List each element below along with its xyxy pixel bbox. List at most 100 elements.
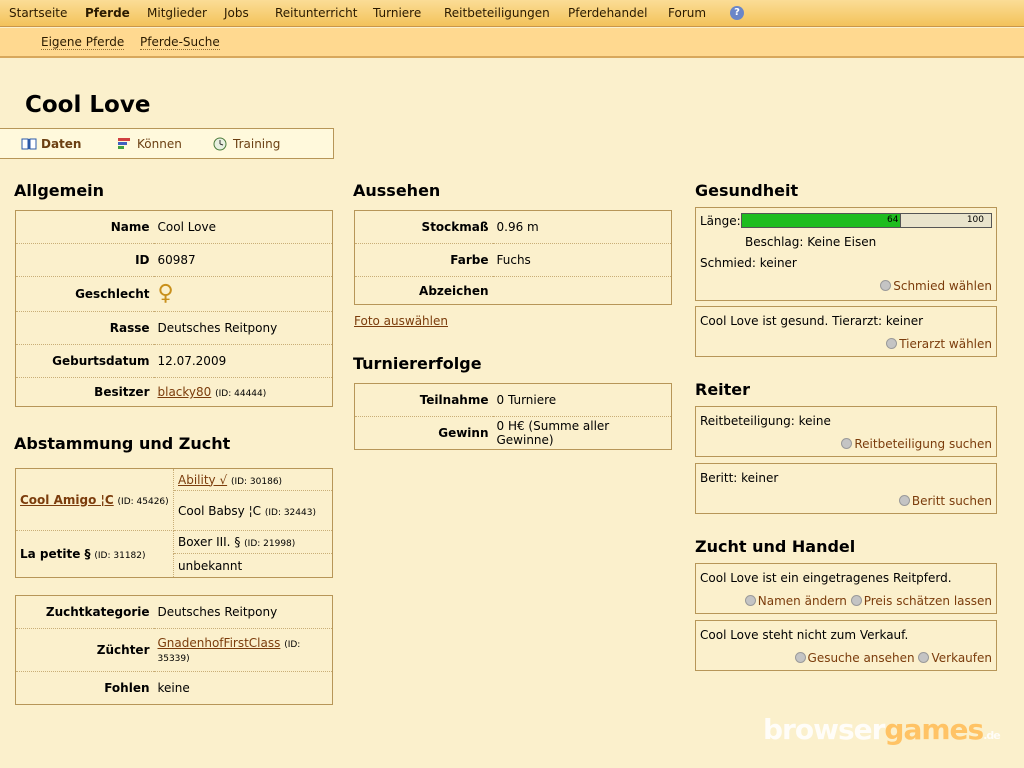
tab-training-label: Training bbox=[233, 137, 281, 151]
aussehen-heading: Aussehen bbox=[353, 181, 441, 200]
clock-icon bbox=[213, 137, 227, 151]
gear-icon bbox=[918, 652, 930, 663]
nav-mitglieder[interactable]: Mitglieder bbox=[147, 6, 207, 20]
foto-auswaehlen-link[interactable]: Foto auswählen bbox=[354, 314, 448, 328]
owner-id: (ID: 44444) bbox=[215, 389, 267, 399]
nav-pferde[interactable]: Pferde bbox=[85, 6, 130, 20]
tierarzt-waehlen-label: Tierarzt wählen bbox=[899, 337, 992, 351]
schmied-waehlen-button[interactable]: Schmied wählen bbox=[880, 279, 992, 293]
owner-link[interactable]: blacky80 bbox=[158, 385, 212, 399]
dam-name: La petite § bbox=[20, 547, 91, 561]
watermark-a: browser bbox=[763, 713, 885, 746]
gear-icon bbox=[898, 495, 910, 506]
owner-label: Besitzer bbox=[15, 377, 154, 407]
pedigree-table: Cool Amigo ¦C (ID: 45426) Ability √ (ID:… bbox=[15, 468, 333, 578]
tab-koennen[interactable]: Können bbox=[117, 137, 182, 151]
laenge-max: 100 bbox=[966, 215, 984, 225]
gear-icon bbox=[744, 595, 756, 606]
laenge-label: Länge: bbox=[700, 214, 741, 228]
id-label: ID bbox=[15, 243, 154, 277]
schmied-text: Schmied: keiner bbox=[700, 256, 797, 270]
name-value: Cool Love bbox=[157, 220, 217, 234]
gear-icon bbox=[794, 652, 806, 663]
gewinn-value: 0 H€ (Summe aller Gewinne) bbox=[492, 416, 672, 450]
reitbeteiligung-box: Reitbeteiligung: keine Reitbeteiligung s… bbox=[695, 406, 997, 457]
dam-id: (ID: 31182) bbox=[94, 551, 146, 561]
book-icon bbox=[21, 138, 37, 150]
nav-reitbeteiligungen[interactable]: Reitbeteiligungen bbox=[444, 6, 550, 20]
reitbeteiligung-suchen-button[interactable]: Reitbeteiligung suchen bbox=[841, 437, 992, 451]
dam-sire-id: (ID: 21998) bbox=[244, 539, 296, 549]
gear-icon bbox=[850, 595, 862, 606]
breed-value: Deutsches Reitpony bbox=[153, 311, 333, 345]
beritt-suchen-label: Beritt suchen bbox=[911, 494, 992, 508]
nav-pferdehandel[interactable]: Pferdehandel bbox=[568, 6, 647, 20]
nav-startseite[interactable]: Startseite bbox=[9, 6, 67, 20]
allgemein-heading: Allgemein bbox=[14, 181, 105, 200]
nav-reitunterricht[interactable]: Reitunterricht bbox=[275, 6, 357, 20]
watermark-b: games bbox=[884, 713, 984, 746]
subnav-eigene-pferde[interactable]: Eigene Pferde bbox=[41, 35, 125, 50]
gesuche-ansehen-button[interactable]: Gesuche ansehen bbox=[794, 651, 915, 665]
nav-jobs[interactable]: Jobs bbox=[224, 6, 249, 20]
stockmass-label: Stockmaß bbox=[421, 220, 489, 234]
sire-link[interactable]: Cool Amigo ¦C bbox=[20, 493, 114, 507]
sire-dam-name: Cool Babsy ¦C bbox=[178, 503, 262, 518]
help-icon[interactable]: ? bbox=[730, 6, 744, 20]
verkaufen-button[interactable]: Verkaufen bbox=[918, 651, 992, 665]
subnav-pferde-suche[interactable]: Pferde-Suche bbox=[140, 35, 220, 50]
nav-forum[interactable]: Forum bbox=[668, 6, 706, 20]
breeder-link[interactable]: GnadenhofFirstClass bbox=[158, 636, 281, 650]
allgemein-table: Name Cool Love ID 60987 Geschlecht ♀ Rasse D… bbox=[15, 210, 333, 407]
name-label: Name bbox=[110, 220, 150, 234]
gesuche-ansehen-label: Gesuche ansehen bbox=[807, 651, 915, 665]
zuchtkategorie-label: Zuchtkategorie bbox=[45, 605, 150, 619]
preis-schaetzen-label: Preis schätzen lassen bbox=[863, 594, 992, 608]
abstammung-heading: Abstammung und Zucht bbox=[14, 434, 231, 453]
sire-id: (ID: 45426) bbox=[117, 496, 169, 507]
gear-icon bbox=[841, 438, 853, 449]
farbe-label: Farbe bbox=[354, 243, 493, 277]
sire-sire-link[interactable]: Ability √ bbox=[178, 473, 227, 487]
tierarzt-box: Cool Love ist gesund. Tierarzt: keiner T… bbox=[695, 306, 997, 357]
birth-label: Geburtsdatum bbox=[15, 344, 154, 378]
tab-daten[interactable]: Daten bbox=[21, 137, 81, 151]
turnier-table: Teilnahme 0 Turniere Gewinn 0 H€ (Summe al… bbox=[354, 383, 672, 450]
laenge-bar-fill bbox=[742, 214, 901, 227]
gesundheit-heading: Gesundheit bbox=[695, 181, 799, 200]
zuechter-label: Züchter bbox=[15, 628, 154, 672]
female-icon: ♀ bbox=[157, 281, 174, 306]
abzeichen-value bbox=[492, 276, 672, 305]
watermark-c: .de bbox=[983, 729, 1000, 742]
schmied-waehlen-label: Schmied wählen bbox=[893, 279, 992, 293]
handel-heading: Zucht und Handel bbox=[695, 537, 856, 556]
reitbeteiligung-text: Reitbeteiligung: keine bbox=[700, 414, 831, 428]
tab-training[interactable]: Training bbox=[213, 137, 280, 151]
aussehen-table: Stockmaß 0.96 m Farbe Fuchs Abzeichen bbox=[354, 210, 672, 305]
gesund-text: Cool Love ist gesund. Tierarzt: keiner bbox=[700, 314, 924, 328]
stockmass-value: 0.96 m bbox=[496, 220, 539, 234]
zuchtkategorie-value: Deutsches Reitpony bbox=[157, 605, 278, 619]
gesundheit-box: Länge: 64 100 Beschlag: Keine Eisen Schm… bbox=[695, 207, 997, 301]
bars-icon bbox=[118, 138, 130, 149]
eingetragen-text: Cool Love ist ein eingetragenes Reitpfer… bbox=[700, 571, 952, 585]
tierarzt-waehlen-button[interactable]: Tierarzt wählen bbox=[886, 337, 992, 351]
id-value: 60987 bbox=[153, 243, 333, 277]
sire-sire-id: (ID: 30186) bbox=[230, 476, 283, 487]
sire-dam-id: (ID: 32443) bbox=[264, 507, 316, 518]
page-title: Cool Love bbox=[25, 92, 151, 118]
abzeichen-label: Abzeichen bbox=[354, 276, 493, 305]
sub-nav: Eigene Pferde Pferde-Suche bbox=[0, 28, 1024, 58]
namen-aendern-button[interactable]: Namen ändern bbox=[744, 594, 847, 608]
sex-label: Geschlecht bbox=[15, 276, 154, 312]
zucht-table: Zuchtkategorie Deutsches Reitpony Züchter… bbox=[15, 595, 333, 705]
teilnahme-value: 0 Turniere bbox=[496, 393, 557, 407]
watermark-logo: browsergames.de bbox=[763, 713, 1001, 746]
beritt-suchen-button[interactable]: Beritt suchen bbox=[898, 494, 992, 508]
gear-icon bbox=[886, 338, 898, 349]
preis-schaetzen-button[interactable]: Preis schätzen lassen bbox=[850, 594, 992, 608]
gewinn-label: Gewinn bbox=[354, 416, 493, 450]
nav-turniere[interactable]: Turniere bbox=[373, 6, 421, 20]
laenge-bar: 64 100 bbox=[741, 213, 992, 228]
teilnahme-label: Teilnahme bbox=[419, 393, 489, 407]
